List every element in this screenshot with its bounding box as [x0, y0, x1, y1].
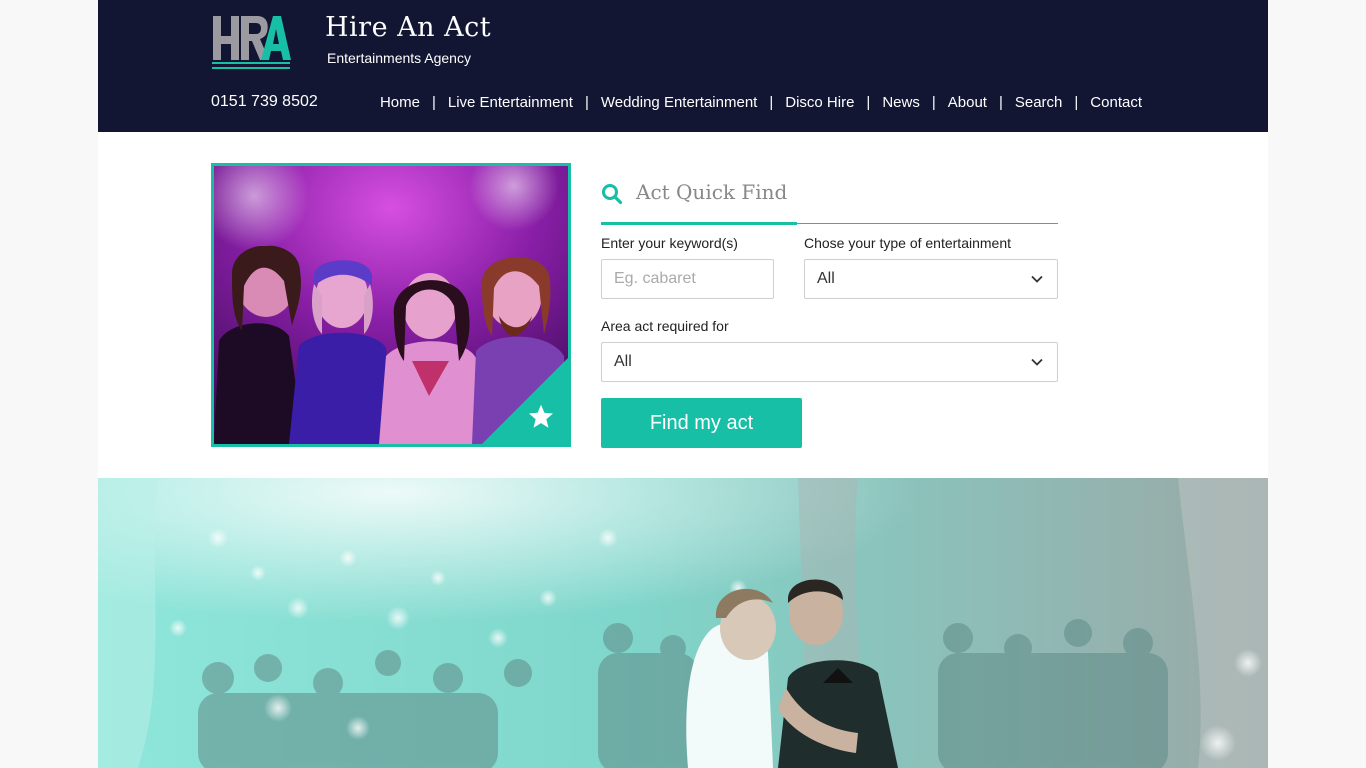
nav-item-wedding-entertainment[interactable]: Wedding Entertainment [601, 94, 757, 111]
area-select[interactable]: All [601, 342, 1058, 382]
nav-item-news[interactable]: News [882, 94, 920, 111]
site-header: Hire An Act Entertainments Agency 0151 7… [98, 0, 1268, 132]
area-value: All [614, 353, 632, 370]
phone-number[interactable]: 0151 739 8502 [211, 93, 318, 111]
chevron-down-icon [1031, 275, 1043, 283]
find-my-act-button[interactable]: Find my act [601, 398, 802, 448]
featured-act-image[interactable] [211, 163, 571, 447]
brand-title[interactable]: Hire An Act [325, 12, 491, 43]
page: Hire An Act Entertainments Agency 0151 7… [98, 0, 1268, 768]
entertainment-type-value: All [817, 270, 835, 287]
keyword-label: Enter your keyword(s) [601, 235, 738, 251]
wedding-banner-image [98, 478, 1268, 768]
area-label: Area act required for [601, 318, 729, 334]
entertainment-type-label: Chose your type of entertainment [804, 235, 1012, 251]
nav-separator: | [931, 94, 936, 111]
nav-separator: | [431, 94, 436, 111]
nav-item-search[interactable]: Search [1015, 94, 1063, 111]
quick-find-title: Act Quick Find [636, 180, 788, 204]
wedding-dance-photo [98, 478, 1268, 768]
nav-separator: | [1074, 94, 1079, 111]
nav-item-live-entertainment[interactable]: Live Entertainment [448, 94, 573, 111]
featured-corner-badge [482, 358, 568, 444]
nav-separator: | [584, 94, 589, 111]
nav-separator: | [998, 94, 1003, 111]
star-icon[interactable] [527, 403, 555, 431]
nav-item-home[interactable]: Home [380, 94, 420, 111]
entertainment-type-select[interactable]: All [804, 259, 1058, 299]
quick-find-header: Act Quick Find [601, 178, 1058, 225]
quick-find-title-underline [601, 222, 797, 225]
search-icon [601, 183, 623, 205]
keyword-input[interactable] [601, 259, 774, 299]
nav-item-disco-hire[interactable]: Disco Hire [785, 94, 854, 111]
brand-subtitle: Entertainments Agency [327, 50, 471, 66]
nav-item-about[interactable]: About [948, 94, 987, 111]
chevron-down-icon [1031, 358, 1043, 366]
nav-separator: | [769, 94, 774, 111]
hra-logo-icon[interactable] [211, 14, 291, 70]
nav-item-contact[interactable]: Contact [1090, 94, 1142, 111]
act-quick-find-panel: Act Quick Find Enter your keyword(s) Cho… [601, 178, 1058, 448]
nav-separator: | [866, 94, 871, 111]
main-nav: Home | Live Entertainment | Wedding Ente… [380, 94, 1142, 111]
